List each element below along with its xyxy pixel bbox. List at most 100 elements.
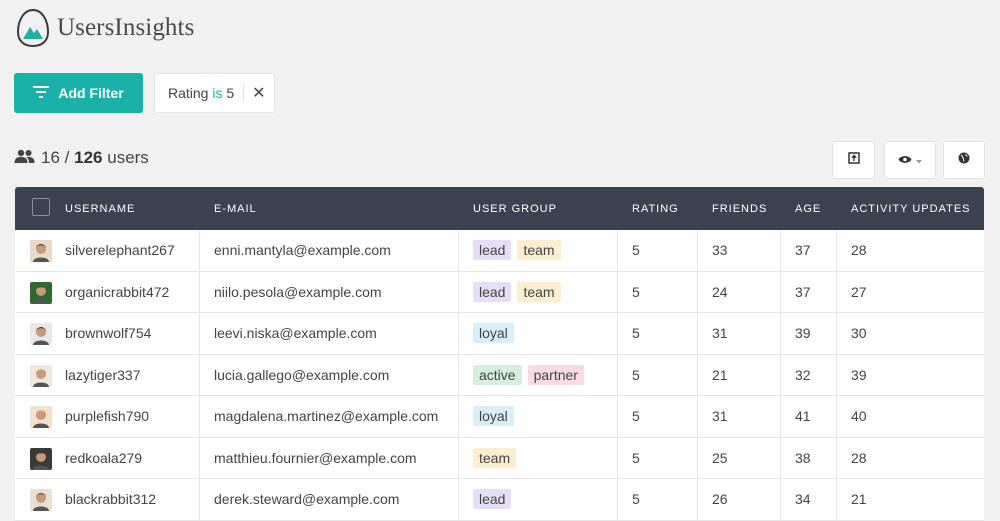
username-cell[interactable]: lazytiger337: [65, 355, 141, 396]
filter-icon: [33, 85, 50, 101]
email-cell: magdalena.martinez@example.com: [214, 408, 439, 425]
avatar[interactable]: [30, 447, 52, 470]
export-button[interactable]: [832, 141, 875, 179]
column-divider: [199, 479, 200, 520]
brand-name: UsersInsights: [57, 14, 195, 41]
avatar[interactable]: [30, 406, 52, 428]
mountain-logo-icon: [16, 8, 50, 48]
group-tag: team: [517, 281, 561, 302]
total-count: 126: [74, 148, 103, 167]
column-divider: [780, 354, 781, 395]
column-divider: [836, 271, 837, 312]
filter-field: Rating: [168, 85, 209, 101]
column-divider: [836, 479, 837, 520]
email-cell: lucia.gallego@example.com: [214, 366, 390, 383]
column-divider: [780, 313, 781, 354]
column-divider: [780, 271, 781, 312]
username-cell[interactable]: purplefish790: [65, 396, 149, 437]
activity-updates-cell: 28: [851, 449, 867, 466]
column-divider: [697, 396, 698, 437]
users-table: USERNAME E-MAIL USER GROUP RATING FRIEND…: [15, 187, 984, 521]
table-row[interactable]: redkoala279 matthieu.fournier@example.com…: [15, 437, 984, 479]
email-cell: leevi.niska@example.com: [214, 325, 377, 342]
column-header-email[interactable]: E-MAIL: [214, 203, 257, 215]
column-header-friends[interactable]: FRIENDS: [712, 203, 767, 215]
remove-filter-close-icon[interactable]: ✕: [252, 83, 265, 103]
column-divider: [199, 271, 200, 312]
table-row[interactable]: blackrabbit312 derek.steward@example.com 5…: [15, 479, 984, 521]
group-tag: lead: [473, 281, 512, 302]
column-divider: [458, 479, 459, 520]
column-divider: [617, 230, 618, 271]
column-header-activity-updates[interactable]: ACTIVITY UPDATES: [851, 203, 971, 215]
user-group-cell: lead team: [473, 272, 567, 313]
table-row[interactable]: organicrabbit472 niilo.pesola@example.com…: [15, 271, 984, 313]
add-filter-label: Add Filter: [58, 85, 124, 101]
column-divider: [780, 230, 781, 271]
export-icon: [847, 151, 860, 169]
map-view-button[interactable]: [943, 141, 985, 179]
column-divider: [836, 354, 837, 395]
group-tag: team: [517, 240, 561, 261]
group-tag: active: [473, 364, 522, 385]
rating-cell: 5: [632, 283, 640, 300]
column-divider: [617, 354, 618, 395]
avatar[interactable]: [30, 364, 52, 387]
username-cell[interactable]: brownwolf754: [65, 313, 151, 354]
column-divider: [697, 230, 698, 271]
column-header-user-group[interactable]: USER GROUP: [473, 203, 557, 215]
table-header: USERNAME E-MAIL USER GROUP RATING FRIEND…: [15, 187, 984, 230]
column-divider: [617, 479, 618, 520]
column-divider: [697, 271, 698, 312]
age-cell: 37: [795, 283, 811, 300]
chip-divider: [243, 85, 245, 101]
friends-cell: 31: [712, 325, 728, 342]
username-cell[interactable]: organicrabbit472: [65, 272, 169, 313]
group-tag: partner: [527, 364, 584, 385]
select-all-checkbox[interactable]: [32, 198, 50, 216]
column-visibility-button[interactable]: [884, 141, 936, 179]
globe-icon: [958, 151, 970, 169]
friends-cell: 33: [712, 242, 728, 259]
avatar[interactable]: [30, 489, 52, 511]
table-row[interactable]: lazytiger337 lucia.gallego@example.com 5 21…: [15, 354, 984, 396]
table-row[interactable]: silverelephant267 enni.mantyla@example.co…: [15, 230, 984, 272]
count-separator: /: [64, 148, 70, 167]
table-row[interactable]: brownwolf754 leevi.niska@example.com 5 31 39…: [15, 313, 984, 355]
activity-updates-cell: 40: [851, 408, 867, 425]
username-cell[interactable]: silverelephant267: [65, 230, 175, 271]
avatar[interactable]: [30, 240, 52, 262]
column-header-age[interactable]: AGE: [795, 203, 821, 215]
user-group-cell: active partner: [473, 355, 590, 396]
user-group-cell: lead team: [473, 230, 567, 271]
add-filter-button[interactable]: Add Filter: [14, 73, 143, 113]
column-header-username[interactable]: USERNAME: [65, 203, 135, 215]
column-divider: [199, 437, 200, 478]
activity-updates-cell: 28: [851, 242, 867, 259]
rating-cell: 5: [632, 408, 640, 425]
friends-cell: 21: [712, 366, 728, 383]
age-cell: 37: [795, 242, 811, 259]
group-tag: loyal: [473, 406, 514, 427]
active-filter-chip[interactable]: Rating is 5 ✕: [154, 73, 275, 113]
user-group-cell: team: [473, 438, 522, 479]
email-cell: matthieu.fournier@example.com: [214, 449, 417, 466]
avatar[interactable]: [30, 323, 52, 345]
username-cell[interactable]: blackrabbit312: [65, 479, 156, 520]
count-unit: users: [107, 148, 149, 167]
column-divider: [836, 437, 837, 478]
avatar[interactable]: [30, 281, 52, 304]
age-cell: 39: [795, 325, 811, 342]
table-body: silverelephant267 enni.mantyla@example.co…: [15, 230, 984, 521]
column-divider: [836, 313, 837, 354]
activity-updates-cell: 39: [851, 366, 867, 383]
column-divider: [697, 437, 698, 478]
column-divider: [617, 313, 618, 354]
table-row[interactable]: purplefish790 magdalena.martinez@example.…: [15, 396, 984, 438]
column-divider: [836, 396, 837, 437]
age-cell: 41: [795, 408, 811, 425]
username-cell[interactable]: redkoala279: [65, 438, 142, 479]
user-group-cell: loyal: [473, 396, 520, 437]
column-header-rating[interactable]: RATING: [632, 203, 679, 215]
column-divider: [458, 313, 459, 354]
